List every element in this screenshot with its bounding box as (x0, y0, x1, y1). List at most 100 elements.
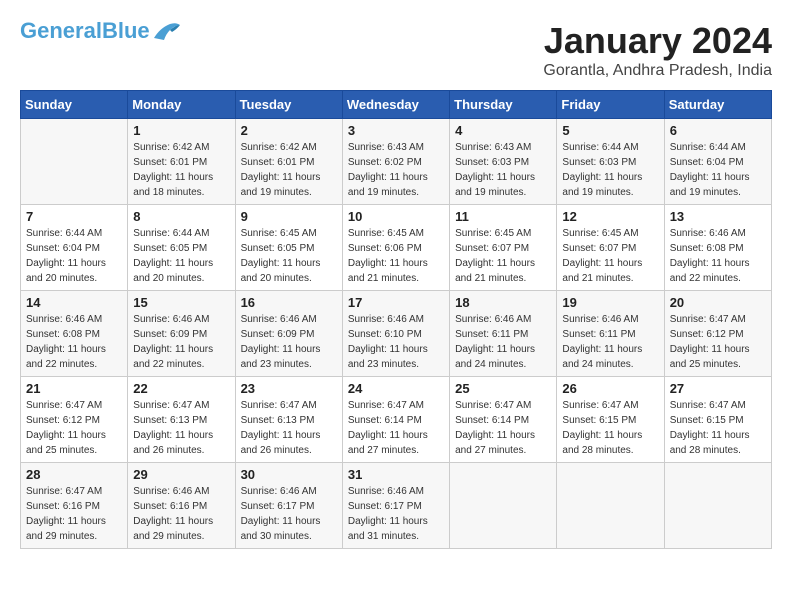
daylight-text: Daylight: 11 hours and 28 minutes. (670, 430, 750, 456)
cell-detail: Sunrise: 6:43 AM Sunset: 6:02 PM Dayligh… (348, 140, 444, 200)
sunrise-text: Sunrise: 6:46 AM (455, 314, 531, 325)
daylight-text: Daylight: 11 hours and 27 minutes. (455, 430, 535, 456)
day-header-monday: Monday (128, 91, 235, 119)
day-number: 28 (26, 467, 122, 482)
sunrise-text: Sunrise: 6:47 AM (26, 486, 102, 497)
calendar-week-row: 14 Sunrise: 6:46 AM Sunset: 6:08 PM Dayl… (21, 291, 772, 377)
sunrise-text: Sunrise: 6:46 AM (670, 228, 746, 239)
sunset-text: Sunset: 6:05 PM (241, 243, 315, 254)
daylight-text: Daylight: 11 hours and 18 minutes. (133, 172, 213, 198)
day-header-saturday: Saturday (664, 91, 771, 119)
daylight-text: Daylight: 11 hours and 19 minutes. (562, 172, 642, 198)
cell-detail: Sunrise: 6:47 AM Sunset: 6:15 PM Dayligh… (670, 398, 766, 458)
sunrise-text: Sunrise: 6:44 AM (670, 142, 746, 153)
cell-detail: Sunrise: 6:46 AM Sunset: 6:17 PM Dayligh… (241, 484, 337, 544)
sunset-text: Sunset: 6:09 PM (133, 329, 207, 340)
day-number: 21 (26, 381, 122, 396)
cell-detail: Sunrise: 6:46 AM Sunset: 6:16 PM Dayligh… (133, 484, 229, 544)
day-number: 7 (26, 209, 122, 224)
sunset-text: Sunset: 6:06 PM (348, 243, 422, 254)
day-number: 3 (348, 123, 444, 138)
calendar-cell (664, 463, 771, 549)
sunrise-text: Sunrise: 6:46 AM (133, 314, 209, 325)
day-number: 16 (241, 295, 337, 310)
calendar-cell: 25 Sunrise: 6:47 AM Sunset: 6:14 PM Dayl… (450, 377, 557, 463)
sunrise-text: Sunrise: 6:45 AM (241, 228, 317, 239)
calendar-cell: 3 Sunrise: 6:43 AM Sunset: 6:02 PM Dayli… (342, 119, 449, 205)
cell-detail: Sunrise: 6:45 AM Sunset: 6:07 PM Dayligh… (455, 226, 551, 286)
cell-detail: Sunrise: 6:46 AM Sunset: 6:11 PM Dayligh… (562, 312, 658, 372)
calendar-cell: 2 Sunrise: 6:42 AM Sunset: 6:01 PM Dayli… (235, 119, 342, 205)
sunrise-text: Sunrise: 6:45 AM (455, 228, 531, 239)
sunset-text: Sunset: 6:15 PM (670, 415, 744, 426)
sunset-text: Sunset: 6:10 PM (348, 329, 422, 340)
sunrise-text: Sunrise: 6:44 AM (26, 228, 102, 239)
logo-bird-icon (152, 20, 182, 42)
day-number: 15 (133, 295, 229, 310)
daylight-text: Daylight: 11 hours and 24 minutes. (562, 344, 642, 370)
sunset-text: Sunset: 6:17 PM (348, 501, 422, 512)
calendar-cell: 21 Sunrise: 6:47 AM Sunset: 6:12 PM Dayl… (21, 377, 128, 463)
calendar-cell: 9 Sunrise: 6:45 AM Sunset: 6:05 PM Dayli… (235, 205, 342, 291)
calendar-cell: 14 Sunrise: 6:46 AM Sunset: 6:08 PM Dayl… (21, 291, 128, 377)
location: Gorantla, Andhra Pradesh, India (543, 62, 772, 80)
cell-detail: Sunrise: 6:42 AM Sunset: 6:01 PM Dayligh… (133, 140, 229, 200)
daylight-text: Daylight: 11 hours and 25 minutes. (26, 430, 106, 456)
calendar-cell: 10 Sunrise: 6:45 AM Sunset: 6:06 PM Dayl… (342, 205, 449, 291)
sunrise-text: Sunrise: 6:47 AM (670, 314, 746, 325)
cell-detail: Sunrise: 6:47 AM Sunset: 6:13 PM Dayligh… (133, 398, 229, 458)
cell-detail: Sunrise: 6:46 AM Sunset: 6:11 PM Dayligh… (455, 312, 551, 372)
daylight-text: Daylight: 11 hours and 30 minutes. (241, 516, 321, 542)
sunrise-text: Sunrise: 6:42 AM (241, 142, 317, 153)
day-header-wednesday: Wednesday (342, 91, 449, 119)
calendar-cell: 13 Sunrise: 6:46 AM Sunset: 6:08 PM Dayl… (664, 205, 771, 291)
sunset-text: Sunset: 6:04 PM (26, 243, 100, 254)
cell-detail: Sunrise: 6:47 AM Sunset: 6:15 PM Dayligh… (562, 398, 658, 458)
daylight-text: Daylight: 11 hours and 25 minutes. (670, 344, 750, 370)
sunset-text: Sunset: 6:03 PM (562, 157, 636, 168)
cell-detail: Sunrise: 6:44 AM Sunset: 6:04 PM Dayligh… (670, 140, 766, 200)
sunrise-text: Sunrise: 6:46 AM (26, 314, 102, 325)
day-number: 8 (133, 209, 229, 224)
calendar-cell: 29 Sunrise: 6:46 AM Sunset: 6:16 PM Dayl… (128, 463, 235, 549)
day-number: 27 (670, 381, 766, 396)
sunrise-text: Sunrise: 6:46 AM (348, 314, 424, 325)
daylight-text: Daylight: 11 hours and 19 minutes. (348, 172, 428, 198)
sunset-text: Sunset: 6:09 PM (241, 329, 315, 340)
calendar-cell: 30 Sunrise: 6:46 AM Sunset: 6:17 PM Dayl… (235, 463, 342, 549)
cell-detail: Sunrise: 6:45 AM Sunset: 6:05 PM Dayligh… (241, 226, 337, 286)
day-number: 22 (133, 381, 229, 396)
day-header-tuesday: Tuesday (235, 91, 342, 119)
cell-detail: Sunrise: 6:43 AM Sunset: 6:03 PM Dayligh… (455, 140, 551, 200)
calendar-body: 1 Sunrise: 6:42 AM Sunset: 6:01 PM Dayli… (21, 119, 772, 549)
calendar-cell (557, 463, 664, 549)
day-number: 23 (241, 381, 337, 396)
month-title: January 2024 (543, 20, 772, 62)
day-number: 4 (455, 123, 551, 138)
cell-detail: Sunrise: 6:46 AM Sunset: 6:08 PM Dayligh… (670, 226, 766, 286)
daylight-text: Daylight: 11 hours and 29 minutes. (133, 516, 213, 542)
sunset-text: Sunset: 6:11 PM (455, 329, 528, 340)
calendar-cell: 26 Sunrise: 6:47 AM Sunset: 6:15 PM Dayl… (557, 377, 664, 463)
sunset-text: Sunset: 6:12 PM (670, 329, 744, 340)
cell-detail: Sunrise: 6:44 AM Sunset: 6:03 PM Dayligh… (562, 140, 658, 200)
calendar-cell: 17 Sunrise: 6:46 AM Sunset: 6:10 PM Dayl… (342, 291, 449, 377)
daylight-text: Daylight: 11 hours and 19 minutes. (241, 172, 321, 198)
daylight-text: Daylight: 11 hours and 31 minutes. (348, 516, 428, 542)
cell-detail: Sunrise: 6:46 AM Sunset: 6:17 PM Dayligh… (348, 484, 444, 544)
daylight-text: Daylight: 11 hours and 22 minutes. (26, 344, 106, 370)
sunset-text: Sunset: 6:13 PM (133, 415, 207, 426)
cell-detail: Sunrise: 6:47 AM Sunset: 6:12 PM Dayligh… (670, 312, 766, 372)
daylight-text: Daylight: 11 hours and 27 minutes. (348, 430, 428, 456)
calendar-week-row: 21 Sunrise: 6:47 AM Sunset: 6:12 PM Dayl… (21, 377, 772, 463)
sunset-text: Sunset: 6:08 PM (26, 329, 100, 340)
sunrise-text: Sunrise: 6:42 AM (133, 142, 209, 153)
sunrise-text: Sunrise: 6:47 AM (455, 400, 531, 411)
calendar-cell: 16 Sunrise: 6:46 AM Sunset: 6:09 PM Dayl… (235, 291, 342, 377)
day-header-sunday: Sunday (21, 91, 128, 119)
calendar-header-row: SundayMondayTuesdayWednesdayThursdayFrid… (21, 91, 772, 119)
cell-detail: Sunrise: 6:46 AM Sunset: 6:10 PM Dayligh… (348, 312, 444, 372)
sunset-text: Sunset: 6:16 PM (26, 501, 100, 512)
cell-detail: Sunrise: 6:45 AM Sunset: 6:07 PM Dayligh… (562, 226, 658, 286)
sunset-text: Sunset: 6:11 PM (562, 329, 635, 340)
